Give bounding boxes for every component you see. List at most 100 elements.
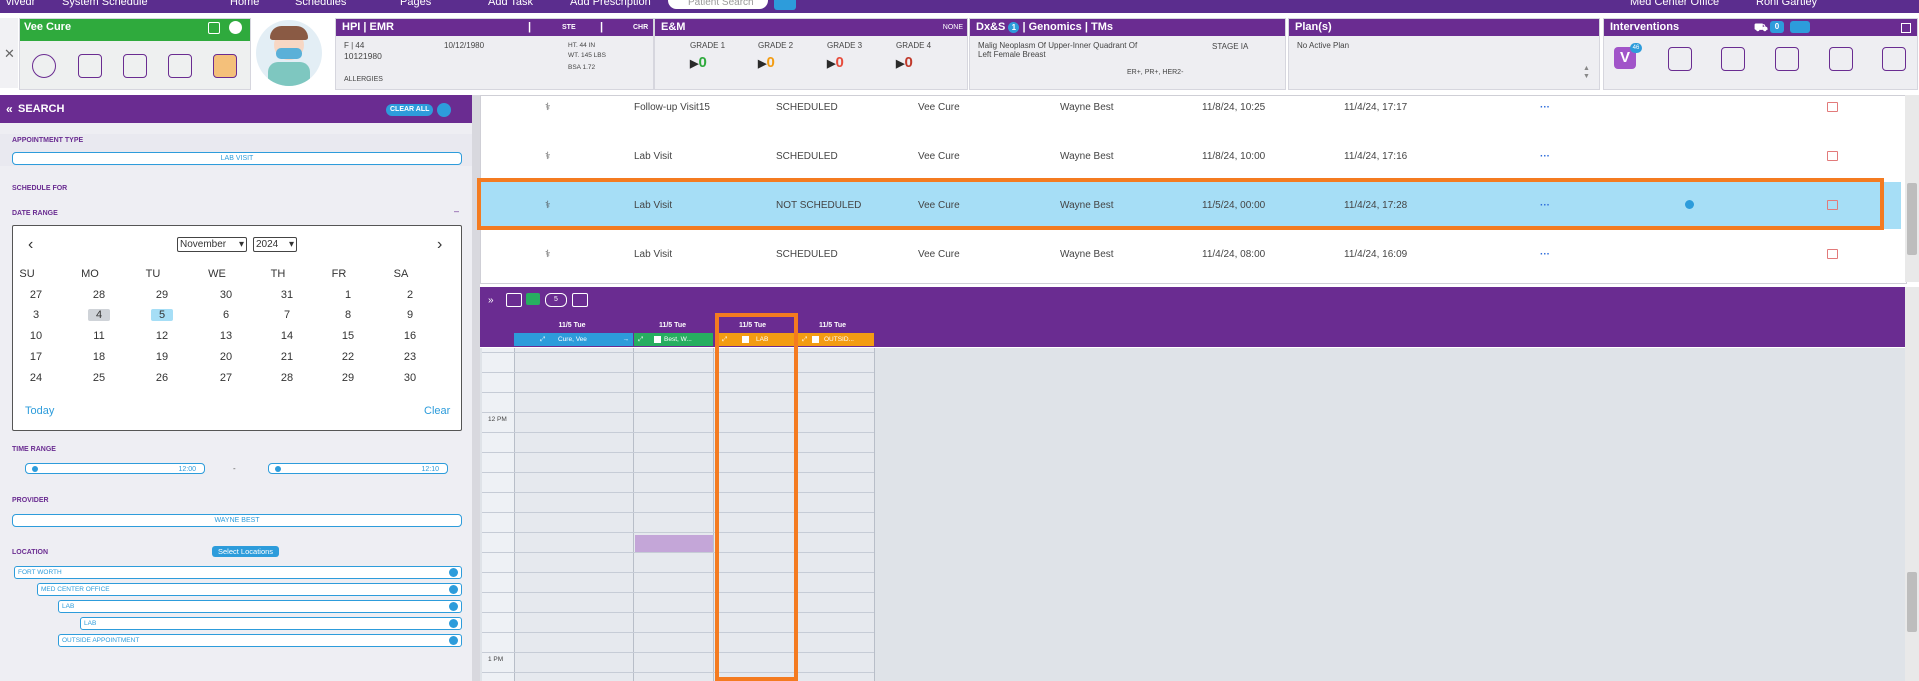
cart-icon[interactable]: ⛟: [1754, 20, 1768, 37]
header-collapse[interactable]: ✕: [0, 18, 18, 88]
provider-field[interactable]: WAYNE BEST: [12, 514, 462, 527]
print-icon[interactable]: [506, 293, 522, 307]
more-options-button[interactable]: ···: [1540, 151, 1550, 162]
scroll-arrows-icon[interactable]: ▲ ▼: [1583, 65, 1593, 83]
dx-header[interactable]: Dx&S 1 | Genomics | TMs: [970, 19, 1285, 36]
calendar-day[interactable]: 14: [276, 330, 298, 342]
mar-icon[interactable]: [1721, 47, 1745, 71]
calendar-day[interactable]: 6: [215, 309, 237, 321]
appointment-block[interactable]: [635, 535, 713, 552]
expand-icon[interactable]: ⤢: [802, 333, 807, 346]
year-select[interactable]: 2024 ▾: [253, 237, 297, 252]
clear-date-button[interactable]: Clear: [424, 405, 450, 417]
plan-header[interactable]: Plan(s): [1289, 19, 1599, 36]
search-button[interactable]: [774, 0, 796, 10]
nav-add-task[interactable]: Add Task: [488, 0, 533, 8]
checklist-cart-icon[interactable]: [1790, 21, 1810, 33]
calendar-day[interactable]: 28: [88, 289, 110, 301]
mail-icon[interactable]: [168, 54, 192, 78]
report-icon[interactable]: [1775, 47, 1799, 71]
calendar-day[interactable]: 13: [215, 330, 237, 342]
calendar-day[interactable]: 18: [88, 351, 110, 363]
calendar-day[interactable]: 9: [399, 309, 421, 321]
nav-home[interactable]: Home: [230, 0, 259, 8]
nav-pages[interactable]: Pages: [400, 0, 431, 8]
em-header[interactable]: E&M NONE: [655, 19, 967, 36]
nav-schedules[interactable]: Schedules: [295, 0, 346, 8]
calendar-day[interactable]: 29: [151, 289, 173, 301]
calendar-day[interactable]: 27: [25, 289, 47, 301]
patient-search-input[interactable]: Patient Search: [668, 0, 768, 9]
calendar-day[interactable]: 4: [88, 309, 110, 321]
calendar-day[interactable]: 17: [25, 351, 47, 363]
search-submit-icon[interactable]: [437, 103, 451, 117]
calendar-day[interactable]: 5: [151, 309, 173, 321]
location-outside-appointment[interactable]: OUTSIDE APPOINTMENT: [58, 634, 462, 647]
patient-name[interactable]: Vee Cure: [20, 19, 250, 41]
calendar-day[interactable]: 3: [25, 309, 47, 321]
nav-add-prescription[interactable]: Add Prescription: [570, 0, 651, 8]
table-row[interactable]: ⚕ Follow-up Visit15 SCHEDULED Vee Cure W…: [481, 84, 1901, 131]
calendar-day[interactable]: 21: [276, 351, 298, 363]
close-icon[interactable]: ✕: [4, 46, 15, 62]
remove-icon[interactable]: [449, 568, 458, 577]
remove-icon[interactable]: [449, 636, 458, 645]
calendar-day[interactable]: 15: [337, 330, 359, 342]
trash-icon[interactable]: [1827, 249, 1838, 259]
table-row[interactable]: ⚕ Lab Visit SCHEDULED Vee Cure Wayne Bes…: [481, 231, 1901, 278]
list-scrollbar[interactable]: [1905, 95, 1919, 282]
calendar-day[interactable]: 20: [215, 351, 237, 363]
remove-icon[interactable]: [449, 602, 458, 611]
calendar-day[interactable]: 23: [399, 351, 421, 363]
calendar-day[interactable]: 31: [276, 289, 298, 301]
calendar-day[interactable]: 22: [337, 351, 359, 363]
location-fort-worth[interactable]: FORT WORTH: [14, 566, 462, 579]
calendar-day[interactable]: 8: [337, 309, 359, 321]
minimize-icon[interactable]: –: [454, 206, 459, 216]
calendar-day[interactable]: 26: [151, 372, 173, 384]
arrow-right-icon[interactable]: →: [623, 333, 630, 346]
app-logo[interactable]: vivedr: [6, 0, 35, 8]
calendar-day[interactable]: 12: [151, 330, 173, 342]
shield-icon[interactable]: [229, 21, 242, 34]
calendar-day[interactable]: 28: [276, 372, 298, 384]
filter-count-badge[interactable]: 5: [545, 293, 567, 307]
user-name[interactable]: Roni Gartley: [1756, 0, 1817, 8]
trash-icon[interactable]: [1827, 102, 1838, 112]
prev-month-icon[interactable]: ‹: [28, 236, 33, 254]
trash-icon[interactable]: [1827, 151, 1838, 161]
expand-icon[interactable]: ⤢: [540, 333, 545, 346]
collapse-icon[interactable]: »: [488, 295, 494, 306]
grade-1-value[interactable]: ▶0: [690, 54, 707, 71]
calendar-icon[interactable]: [78, 54, 102, 78]
heart-plus-icon[interactable]: [1882, 47, 1906, 71]
table-row[interactable]: ⚕ Lab Visit SCHEDULED Vee Cure Wayne Bes…: [481, 133, 1901, 180]
avatar[interactable]: [256, 20, 322, 86]
scheduler-scrollbar[interactable]: [1905, 287, 1919, 681]
eye-icon[interactable]: [572, 293, 588, 307]
location-med-center-office[interactable]: MED CENTER OFFICE: [37, 583, 462, 596]
calendar-day[interactable]: 2: [399, 289, 421, 301]
today-button[interactable]: Today: [25, 405, 54, 417]
calendar-day[interactable]: 27: [215, 372, 237, 384]
calendar-day[interactable]: 7: [276, 309, 298, 321]
grid-icon[interactable]: [1901, 23, 1911, 33]
next-month-icon[interactable]: ›: [437, 236, 442, 254]
calendar-day[interactable]: 11: [88, 330, 110, 342]
notes-icon[interactable]: [213, 54, 237, 78]
grade-4-value[interactable]: ▶0: [896, 54, 913, 71]
calendar-day[interactable]: 19: [151, 351, 173, 363]
check-icon[interactable]: [526, 293, 540, 305]
allergies-label[interactable]: ALLERGIES: [344, 76, 383, 83]
calendar-day[interactable]: 10: [25, 330, 47, 342]
time-to-field[interactable]: 12:10: [268, 463, 448, 474]
select-locations-button[interactable]: Select Locations: [212, 546, 280, 557]
grade-3-value[interactable]: ▶0: [827, 54, 844, 71]
remove-icon[interactable]: [449, 619, 458, 628]
location-lab[interactable]: LAB: [58, 600, 462, 613]
calendar-day[interactable]: 30: [215, 289, 237, 301]
person-icon[interactable]: [1668, 47, 1692, 71]
month-select[interactable]: November ▾: [177, 237, 247, 252]
office-name[interactable]: Med Center Office: [1630, 0, 1719, 8]
remove-icon[interactable]: [449, 585, 458, 594]
